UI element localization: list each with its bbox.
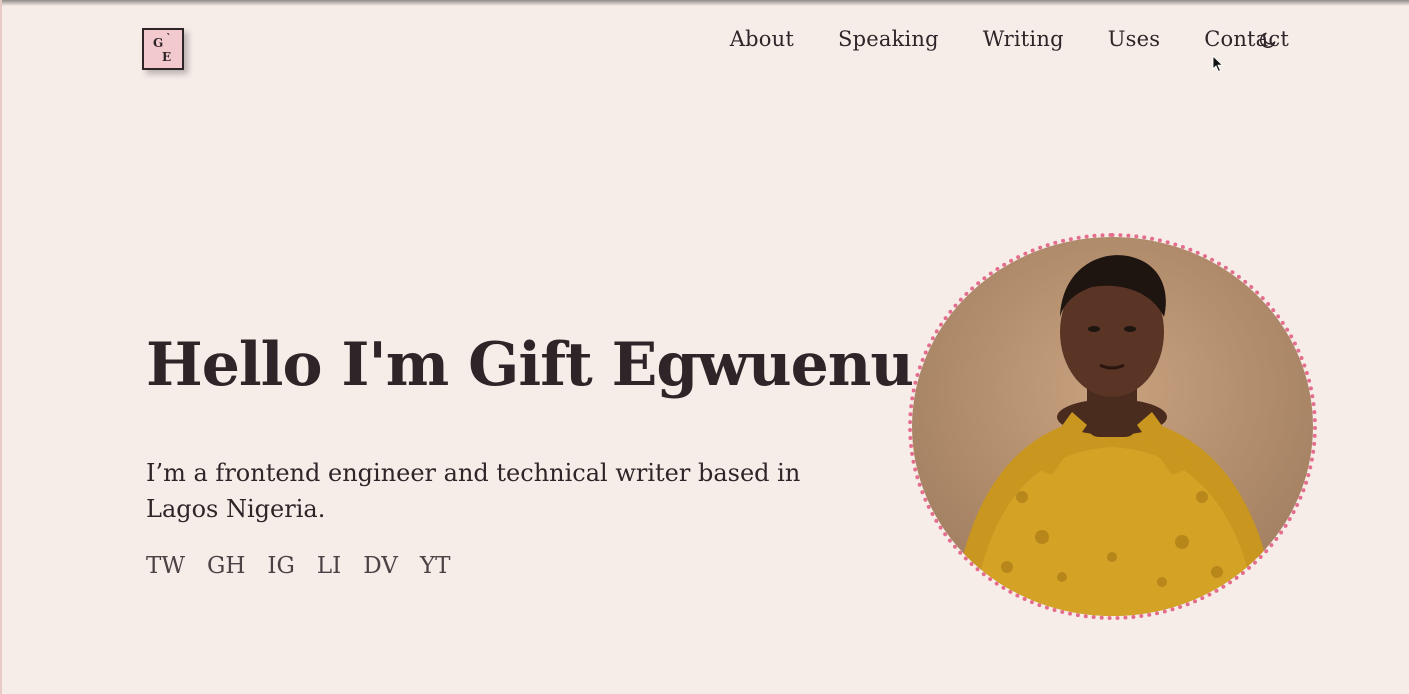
social-link-linkedin[interactable]: LI (317, 553, 341, 579)
social-link-instagram[interactable]: IG (267, 553, 294, 579)
nav-uses[interactable]: Uses (1108, 27, 1160, 51)
logo-letter-e: E (162, 50, 172, 64)
hero-subtitle: I’m a frontend engineer and technical wr… (146, 459, 801, 523)
logo-letter-g: G (153, 36, 164, 50)
left-edge (0, 0, 2, 694)
social-links: TW GH IG LI DV YT (146, 553, 472, 579)
nav-speaking[interactable]: Speaking (838, 27, 939, 51)
social-link-twitter[interactable]: TW (146, 553, 185, 579)
profile-photo (908, 233, 1317, 620)
hero-title: Hello I'm Gift Egwuenu (146, 330, 914, 400)
social-link-github[interactable]: GH (207, 553, 245, 579)
site-logo[interactable]: G ` E (142, 28, 184, 70)
social-link-youtube[interactable]: YT (420, 553, 451, 579)
top-shadow (0, 0, 1409, 6)
main-nav: About Speaking Writing Uses Contact (730, 27, 1289, 51)
mouse-cursor-icon (1212, 54, 1224, 73)
social-link-dev[interactable]: DV (363, 553, 398, 579)
nav-about[interactable]: About (730, 27, 794, 51)
logo-accent: ` (166, 32, 172, 45)
moon-icon[interactable] (1258, 30, 1278, 50)
nav-writing[interactable]: Writing (983, 27, 1064, 51)
